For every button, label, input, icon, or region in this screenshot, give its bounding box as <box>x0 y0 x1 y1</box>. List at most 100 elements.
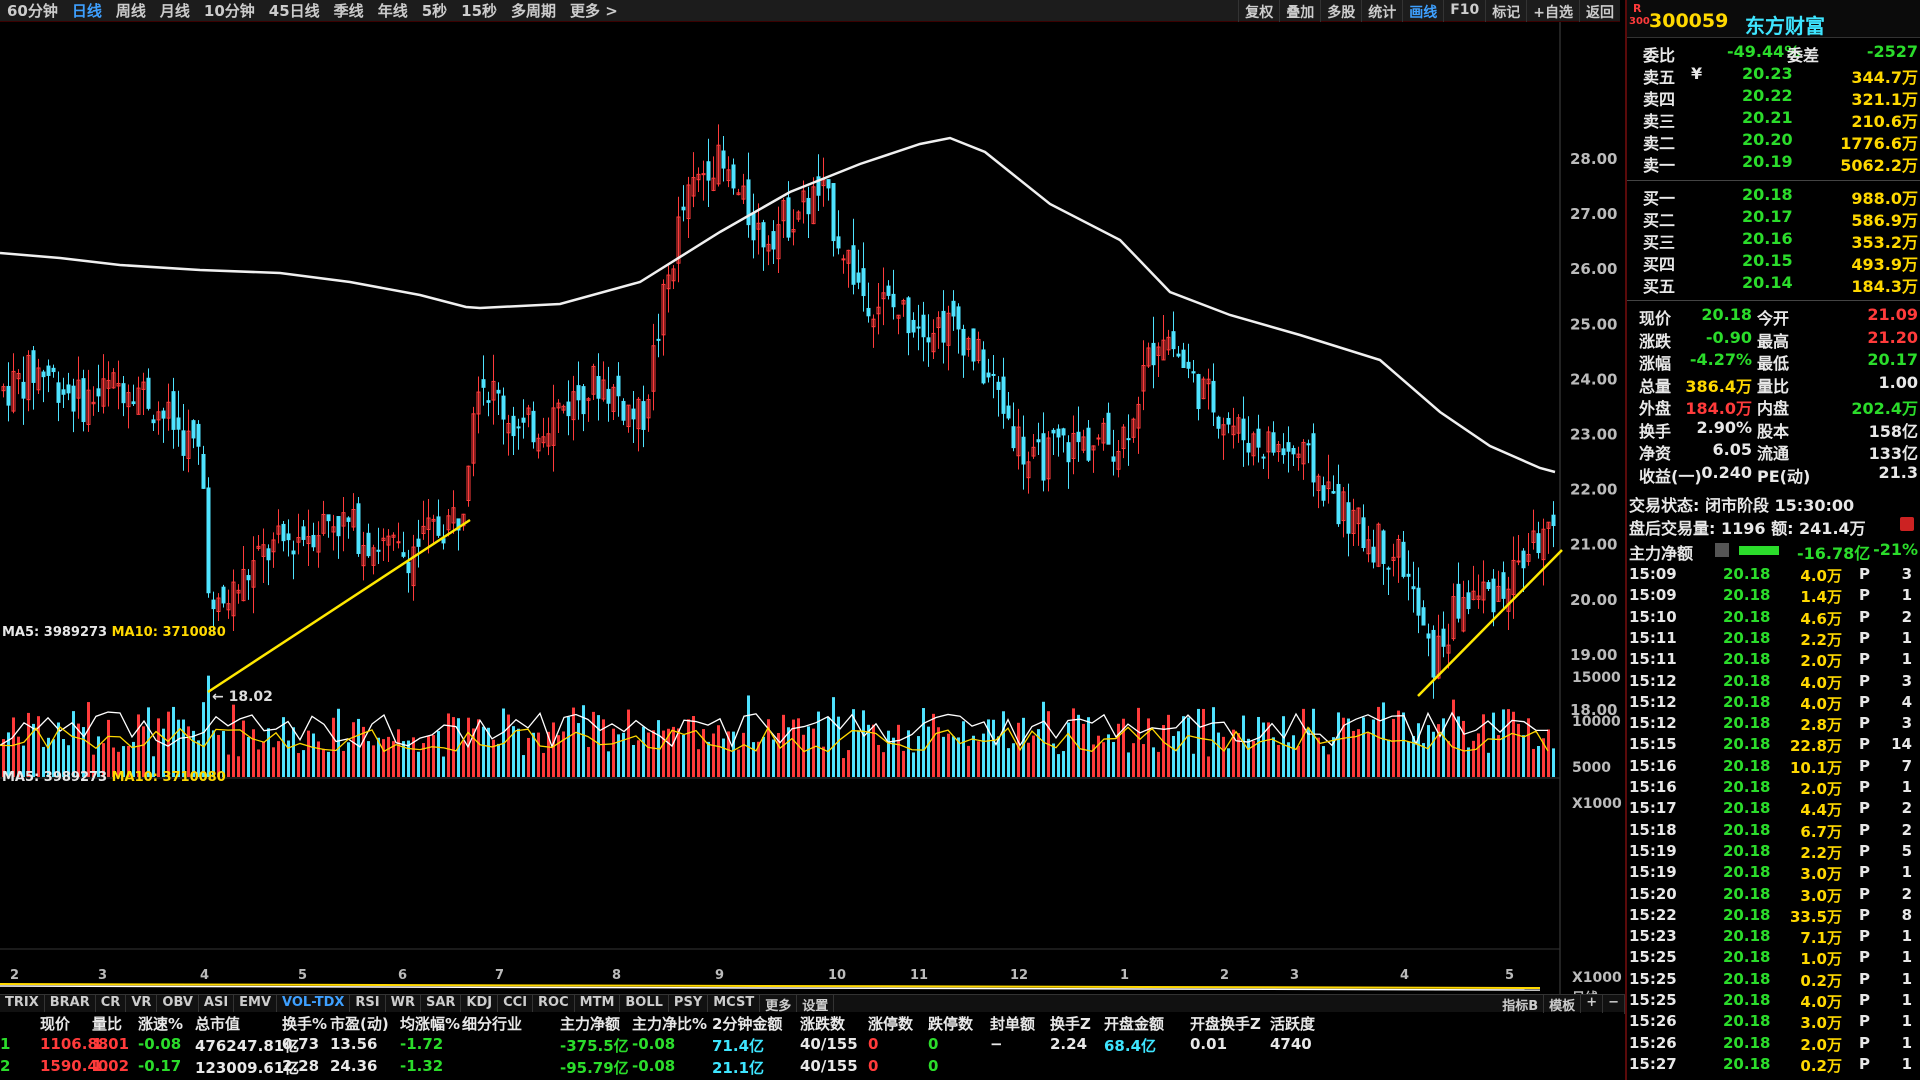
indicator-control[interactable]: − <box>1603 995 1625 1014</box>
tool-button[interactable]: F10 <box>1443 0 1485 22</box>
indicator-tab[interactable]: PSY <box>669 995 709 1012</box>
stock-name[interactable]: 东方财富 <box>1745 10 1825 39</box>
tool-button[interactable]: 复权 <box>1238 0 1279 22</box>
volume-bar <box>827 717 830 777</box>
table-header-cell[interactable]: 涨速% <box>138 1013 183 1034</box>
table-header-cell[interactable]: 活跃度 <box>1270 1013 1315 1034</box>
tick-count: 3 <box>1901 714 1912 733</box>
indicator-tab[interactable]: TRIX <box>0 995 45 1012</box>
period-tab[interactable]: 60分钟 <box>7 0 58 21</box>
tool-button[interactable]: 返回 <box>1579 0 1620 22</box>
indicator-tab[interactable]: VOL-TDX <box>277 995 351 1012</box>
indicator-tab[interactable]: BRAR <box>45 995 96 1012</box>
period-tab[interactable]: 多周期 <box>511 0 556 21</box>
indicator-tab[interactable]: CR <box>96 995 127 1012</box>
candle-body <box>206 487 211 594</box>
period-tab[interactable]: 5秒 <box>422 0 447 21</box>
indicator-tab[interactable]: 设置 <box>797 995 835 1014</box>
tool-button[interactable]: 标记 <box>1485 0 1526 22</box>
kline-chart[interactable]: 28.00 27.00 26.00 25.00 24.00 23.00 22.00 21.00… <box>0 22 1625 1080</box>
table-header-cell[interactable]: 跌停数 <box>928 1013 973 1034</box>
indicator-tab[interactable]: KDJ <box>461 995 499 1012</box>
ask-row[interactable]: 卖三 20.21 210.6万 <box>1627 108 1920 131</box>
tool-button[interactable]: +自选 <box>1526 0 1579 22</box>
period-tab[interactable]: 季线 <box>334 0 364 21</box>
table-header-cell[interactable]: 现价 <box>40 1013 70 1034</box>
tick-time: 15:19 <box>1629 863 1677 882</box>
period-tab[interactable]: 月线 <box>160 0 190 21</box>
bid-row[interactable]: 买二 20.17 586.9万 <box>1627 207 1920 230</box>
indicator-tab[interactable]: MCST <box>708 995 761 1012</box>
table-header-cell[interactable]: 开盘换手Z <box>1190 1013 1261 1034</box>
indicator-tab[interactable]: 更多 <box>760 995 798 1014</box>
indicator-tab[interactable]: OBV <box>157 995 199 1012</box>
table-header-cell[interactable]: 主力净比% <box>632 1013 707 1034</box>
table-header-cell[interactable]: 换手% <box>282 1013 327 1034</box>
bid-row[interactable]: 买一 20.18 988.0万 <box>1627 185 1920 208</box>
table-header-cell[interactable]: 涨停数 <box>868 1013 913 1034</box>
period-tab[interactable]: 10分钟 <box>204 0 255 21</box>
bid-row[interactable]: 买五 20.14 184.3万 <box>1627 273 1920 296</box>
ask-row[interactable]: 卖一 20.19 5062.2万 <box>1627 152 1920 175</box>
ask-row[interactable]: 卖二 20.20 1776.6万 <box>1627 130 1920 153</box>
indicator-tab[interactable]: ASI <box>199 995 235 1012</box>
indicator-tab[interactable]: SAR <box>421 995 462 1012</box>
candle-body <box>1191 371 1196 374</box>
candle-body <box>1346 502 1351 534</box>
ask-row[interactable]: 卖四 20.22 321.1万 <box>1627 86 1920 109</box>
bid-row[interactable]: 买三 20.16 353.2万 <box>1627 229 1920 252</box>
ask-label: 卖三 <box>1643 112 1676 131</box>
volume-bar <box>942 736 945 777</box>
table-header-cell[interactable]: 量比 <box>92 1013 122 1034</box>
lower-ma5-label: MA5: 3989273 <box>2 770 108 785</box>
table-row[interactable]: 1 1106.88 1.01 -0.08 476247.81亿 0.73 13.56 -1.7… <box>0 1035 1610 1057</box>
alert-icon[interactable] <box>1900 517 1914 531</box>
indicator-tab[interactable]: BOLL <box>620 995 669 1012</box>
indicator-tab[interactable]: MTM <box>575 995 621 1012</box>
indicator-tab[interactable]: WR <box>386 995 421 1012</box>
candle-body <box>771 231 776 250</box>
volume-bar <box>462 740 465 777</box>
ask-row[interactable]: 卖五 ¥20.23 344.7万 <box>1627 64 1920 87</box>
table-header-cell[interactable]: 封单额 <box>990 1013 1035 1034</box>
volume-bar <box>372 745 375 777</box>
table-row[interactable]: 2 1590.40 1.02 -0.17 123009.61亿 2.28 24.36 -1.3… <box>0 1057 1610 1079</box>
indicator-control[interactable]: + <box>1581 995 1604 1014</box>
period-tab[interactable]: 45日线 <box>269 0 320 21</box>
indicator-tab[interactable]: VR <box>126 995 158 1012</box>
volume-bar <box>1387 739 1390 777</box>
stock-code: 300059 <box>1649 10 1729 32</box>
candle-body <box>886 285 891 296</box>
tool-button[interactable]: 多股 <box>1320 0 1361 22</box>
volume-bar <box>632 744 635 777</box>
table-header-cell[interactable]: 总市值 <box>195 1013 240 1034</box>
period-tab[interactable]: 周线 <box>116 0 146 21</box>
tool-button[interactable]: 画线 <box>1402 0 1443 22</box>
table-header-cell[interactable]: 均涨幅% <box>400 1013 460 1034</box>
period-tab[interactable]: 日线 <box>72 0 102 21</box>
table-header-cell[interactable]: 涨跌数 <box>800 1013 845 1034</box>
bid-row[interactable]: 买四 20.15 493.9万 <box>1627 251 1920 274</box>
table-header-cell[interactable]: 市盈(动) <box>330 1013 389 1034</box>
candle-body <box>986 372 991 378</box>
candle-body <box>516 426 521 429</box>
tool-button[interactable]: 叠加 <box>1279 0 1320 22</box>
tool-button[interactable]: 统计 <box>1361 0 1402 22</box>
chart-canvas[interactable]: 28.00 27.00 26.00 25.00 24.00 23.00 22.00 21.00… <box>0 22 1625 994</box>
volume-bar <box>577 723 580 777</box>
table-header-cell[interactable]: 主力净额 <box>560 1013 620 1034</box>
indicator-control[interactable]: 模板 <box>1544 995 1582 1014</box>
indicator-control[interactable]: 指标B <box>1497 995 1545 1014</box>
indicator-tab[interactable]: EMV <box>234 995 278 1012</box>
period-tab[interactable]: 更多 > <box>570 0 618 21</box>
table-header-cell[interactable]: 2分钟金额 <box>712 1013 782 1034</box>
period-tab[interactable]: 年线 <box>378 0 408 21</box>
indicator-tab[interactable]: RSI <box>350 995 386 1012</box>
period-tab[interactable]: 15秒 <box>461 0 497 21</box>
indicator-tab[interactable]: ROC <box>533 995 575 1012</box>
toggle-icon[interactable] <box>1715 543 1729 557</box>
indicator-tab[interactable]: CCI <box>498 995 534 1012</box>
table-header-cell[interactable]: 开盘金额 <box>1104 1013 1164 1034</box>
table-header-cell[interactable]: 细分行业 <box>462 1013 522 1034</box>
table-header-cell[interactable]: 换手Z <box>1050 1013 1091 1034</box>
